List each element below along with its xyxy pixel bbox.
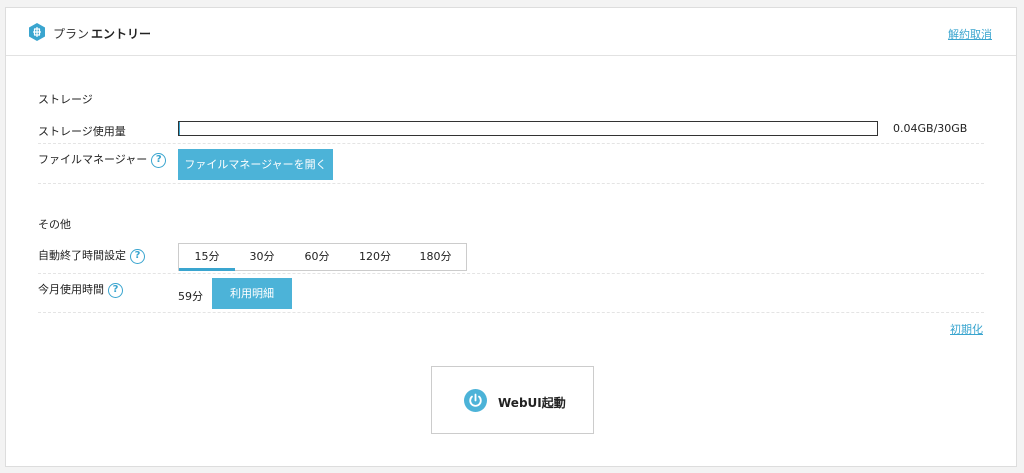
auto-stop-option-60[interactable]: 60分	[289, 244, 345, 270]
auto-stop-option-180[interactable]: 180分	[405, 244, 466, 270]
open-file-manager-button[interactable]: ファイルマネージャーを開く	[178, 149, 333, 200]
plan-name: エントリー	[91, 27, 152, 41]
usage-details-button[interactable]: 利用明細	[212, 278, 292, 309]
open-file-manager-button-label: ファイルマネージャーを開く	[184, 158, 327, 171]
monthly-usage-value: 59分	[178, 290, 203, 303]
divider	[38, 183, 984, 184]
monthly-usage-row-label: 今月使用時間?	[38, 281, 123, 298]
launch-webui-label: WebUI起動	[498, 396, 566, 410]
divider	[38, 312, 984, 313]
storage-usage-text: 0.04GB/30GB	[893, 122, 968, 135]
storage-section-title: ストレージ	[38, 93, 93, 106]
file-manager-row-label: ファイルマネージャー?	[38, 151, 167, 168]
plan-card: プラン エントリー 解約取消 ストレージ ストレージ使用量 0.04GB/30G…	[5, 7, 1017, 467]
file-manager-label: ファイルマネージャー	[38, 153, 148, 166]
divider	[38, 143, 984, 144]
auto-stop-option-15[interactable]: 15分	[179, 244, 235, 271]
auto-stop-row-label: 自動終了時間設定?	[38, 247, 145, 264]
question-circle-icon[interactable]: ?	[151, 152, 167, 168]
auto-stop-option-30[interactable]: 30分	[235, 244, 289, 270]
auto-stop-label: 自動終了時間設定	[38, 249, 126, 262]
storage-usage-bar	[178, 121, 878, 136]
external-link-icon	[253, 190, 263, 200]
launch-webui-button[interactable]: WebUI起動	[431, 366, 594, 434]
power-icon	[464, 389, 487, 412]
auto-stop-selector: 15分 30分 60分 120分 180分	[178, 243, 467, 271]
reset-link[interactable]: 初期化	[950, 321, 983, 337]
card-header: プラン エントリー 解約取消	[6, 8, 1016, 56]
question-circle-icon[interactable]: ?	[108, 282, 123, 298]
brain-icon	[29, 23, 45, 41]
other-section-title: その他	[38, 218, 71, 231]
monthly-usage-label: 今月使用時間	[38, 283, 104, 296]
plan-label: プラン	[53, 27, 90, 41]
storage-usage-fill	[179, 122, 180, 135]
cancel-subscription-link[interactable]: 解約取消	[948, 26, 992, 42]
auto-stop-option-120[interactable]: 120分	[345, 244, 405, 270]
question-circle-icon[interactable]: ?	[130, 248, 145, 264]
divider	[38, 273, 984, 274]
storage-usage-label: ストレージ使用量	[38, 125, 126, 138]
